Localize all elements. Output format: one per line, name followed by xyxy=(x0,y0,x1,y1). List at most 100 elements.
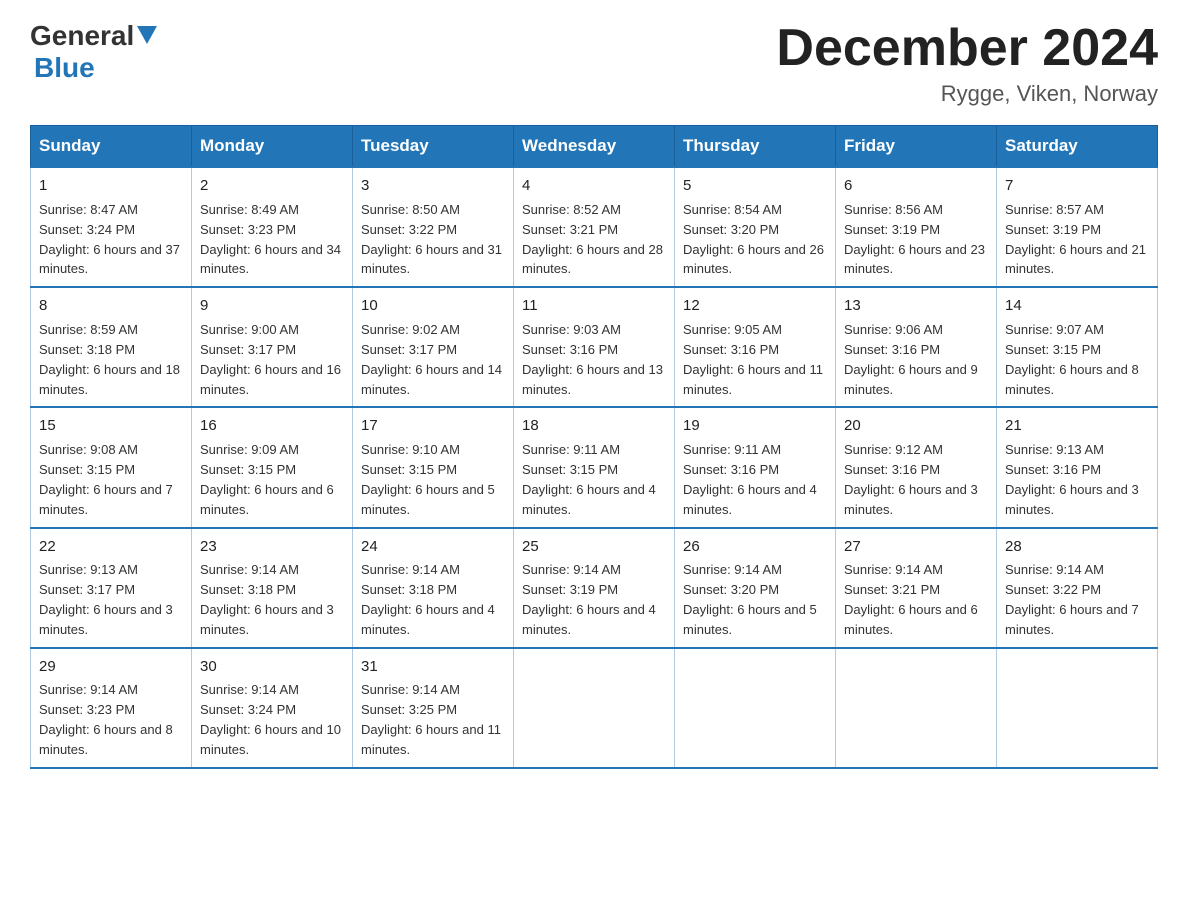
day-info: Sunrise: 8:56 AMSunset: 3:19 PMDaylight:… xyxy=(844,202,985,277)
day-info: Sunrise: 9:00 AMSunset: 3:17 PMDaylight:… xyxy=(200,322,341,397)
calendar-cell: 15 Sunrise: 9:08 AMSunset: 3:15 PMDaylig… xyxy=(31,407,192,527)
calendar-header-friday: Friday xyxy=(836,126,997,168)
day-number: 18 xyxy=(522,415,666,437)
title-section: December 2024 Rygge, Viken, Norway xyxy=(776,20,1158,107)
calendar-cell: 28 Sunrise: 9:14 AMSunset: 3:22 PMDaylig… xyxy=(997,528,1158,648)
day-number: 16 xyxy=(200,415,344,437)
day-info: Sunrise: 9:09 AMSunset: 3:15 PMDaylight:… xyxy=(200,442,334,517)
day-number: 2 xyxy=(200,175,344,197)
day-info: Sunrise: 9:05 AMSunset: 3:16 PMDaylight:… xyxy=(683,322,823,397)
calendar-cell: 5 Sunrise: 8:54 AMSunset: 3:20 PMDayligh… xyxy=(675,167,836,287)
day-number: 31 xyxy=(361,656,505,678)
calendar-header-wednesday: Wednesday xyxy=(514,126,675,168)
day-info: Sunrise: 9:14 AMSunset: 3:22 PMDaylight:… xyxy=(1005,562,1139,637)
calendar-header-saturday: Saturday xyxy=(997,126,1158,168)
day-number: 20 xyxy=(844,415,988,437)
day-number: 15 xyxy=(39,415,183,437)
day-info: Sunrise: 8:57 AMSunset: 3:19 PMDaylight:… xyxy=(1005,202,1146,277)
calendar-cell: 6 Sunrise: 8:56 AMSunset: 3:19 PMDayligh… xyxy=(836,167,997,287)
calendar-header-sunday: Sunday xyxy=(31,126,192,168)
logo-arrow-icon xyxy=(137,26,157,48)
day-number: 28 xyxy=(1005,536,1149,558)
day-info: Sunrise: 8:54 AMSunset: 3:20 PMDaylight:… xyxy=(683,202,824,277)
calendar-cell: 21 Sunrise: 9:13 AMSunset: 3:16 PMDaylig… xyxy=(997,407,1158,527)
day-info: Sunrise: 9:13 AMSunset: 3:16 PMDaylight:… xyxy=(1005,442,1139,517)
day-info: Sunrise: 9:03 AMSunset: 3:16 PMDaylight:… xyxy=(522,322,663,397)
calendar-cell: 17 Sunrise: 9:10 AMSunset: 3:15 PMDaylig… xyxy=(353,407,514,527)
day-number: 26 xyxy=(683,536,827,558)
day-number: 10 xyxy=(361,295,505,317)
day-number: 17 xyxy=(361,415,505,437)
day-number: 3 xyxy=(361,175,505,197)
calendar-cell: 9 Sunrise: 9:00 AMSunset: 3:17 PMDayligh… xyxy=(192,287,353,407)
calendar-cell: 12 Sunrise: 9:05 AMSunset: 3:16 PMDaylig… xyxy=(675,287,836,407)
calendar-cell: 11 Sunrise: 9:03 AMSunset: 3:16 PMDaylig… xyxy=(514,287,675,407)
calendar-cell: 30 Sunrise: 9:14 AMSunset: 3:24 PMDaylig… xyxy=(192,648,353,768)
calendar-cell: 2 Sunrise: 8:49 AMSunset: 3:23 PMDayligh… xyxy=(192,167,353,287)
calendar-week-row: 22 Sunrise: 9:13 AMSunset: 3:17 PMDaylig… xyxy=(31,528,1158,648)
day-number: 7 xyxy=(1005,175,1149,197)
calendar-cell: 20 Sunrise: 9:12 AMSunset: 3:16 PMDaylig… xyxy=(836,407,997,527)
logo-blue-text: Blue xyxy=(34,52,157,84)
day-info: Sunrise: 9:14 AMSunset: 3:23 PMDaylight:… xyxy=(39,682,173,757)
calendar-cell: 27 Sunrise: 9:14 AMSunset: 3:21 PMDaylig… xyxy=(836,528,997,648)
calendar-week-row: 1 Sunrise: 8:47 AMSunset: 3:24 PMDayligh… xyxy=(31,167,1158,287)
day-info: Sunrise: 8:59 AMSunset: 3:18 PMDaylight:… xyxy=(39,322,180,397)
day-number: 13 xyxy=(844,295,988,317)
calendar-cell: 4 Sunrise: 8:52 AMSunset: 3:21 PMDayligh… xyxy=(514,167,675,287)
calendar-cell: 25 Sunrise: 9:14 AMSunset: 3:19 PMDaylig… xyxy=(514,528,675,648)
day-info: Sunrise: 9:11 AMSunset: 3:16 PMDaylight:… xyxy=(683,442,817,517)
calendar-cell: 13 Sunrise: 9:06 AMSunset: 3:16 PMDaylig… xyxy=(836,287,997,407)
day-info: Sunrise: 9:14 AMSunset: 3:21 PMDaylight:… xyxy=(844,562,978,637)
calendar-cell: 8 Sunrise: 8:59 AMSunset: 3:18 PMDayligh… xyxy=(31,287,192,407)
day-number: 4 xyxy=(522,175,666,197)
calendar-cell: 7 Sunrise: 8:57 AMSunset: 3:19 PMDayligh… xyxy=(997,167,1158,287)
day-number: 27 xyxy=(844,536,988,558)
calendar-cell: 22 Sunrise: 9:13 AMSunset: 3:17 PMDaylig… xyxy=(31,528,192,648)
calendar-cell: 29 Sunrise: 9:14 AMSunset: 3:23 PMDaylig… xyxy=(31,648,192,768)
day-number: 23 xyxy=(200,536,344,558)
calendar-header-tuesday: Tuesday xyxy=(353,126,514,168)
calendar-cell: 24 Sunrise: 9:14 AMSunset: 3:18 PMDaylig… xyxy=(353,528,514,648)
day-number: 24 xyxy=(361,536,505,558)
day-info: Sunrise: 9:12 AMSunset: 3:16 PMDaylight:… xyxy=(844,442,978,517)
calendar-cell: 16 Sunrise: 9:09 AMSunset: 3:15 PMDaylig… xyxy=(192,407,353,527)
logo: General Blue xyxy=(30,20,157,84)
day-number: 21 xyxy=(1005,415,1149,437)
day-number: 8 xyxy=(39,295,183,317)
calendar-cell xyxy=(675,648,836,768)
calendar-cell: 1 Sunrise: 8:47 AMSunset: 3:24 PMDayligh… xyxy=(31,167,192,287)
calendar-header-row: SundayMondayTuesdayWednesdayThursdayFrid… xyxy=(31,126,1158,168)
calendar-cell xyxy=(836,648,997,768)
calendar-header-monday: Monday xyxy=(192,126,353,168)
day-info: Sunrise: 8:52 AMSunset: 3:21 PMDaylight:… xyxy=(522,202,663,277)
month-title: December 2024 xyxy=(776,20,1158,77)
day-info: Sunrise: 9:02 AMSunset: 3:17 PMDaylight:… xyxy=(361,322,502,397)
day-info: Sunrise: 9:11 AMSunset: 3:15 PMDaylight:… xyxy=(522,442,656,517)
day-info: Sunrise: 9:13 AMSunset: 3:17 PMDaylight:… xyxy=(39,562,173,637)
day-info: Sunrise: 9:14 AMSunset: 3:19 PMDaylight:… xyxy=(522,562,656,637)
day-info: Sunrise: 9:14 AMSunset: 3:24 PMDaylight:… xyxy=(200,682,341,757)
calendar-week-row: 29 Sunrise: 9:14 AMSunset: 3:23 PMDaylig… xyxy=(31,648,1158,768)
logo-general-text: General xyxy=(30,20,134,52)
day-info: Sunrise: 8:49 AMSunset: 3:23 PMDaylight:… xyxy=(200,202,341,277)
calendar-cell xyxy=(514,648,675,768)
day-number: 29 xyxy=(39,656,183,678)
day-info: Sunrise: 8:47 AMSunset: 3:24 PMDaylight:… xyxy=(39,202,180,277)
calendar-cell: 23 Sunrise: 9:14 AMSunset: 3:18 PMDaylig… xyxy=(192,528,353,648)
day-info: Sunrise: 8:50 AMSunset: 3:22 PMDaylight:… xyxy=(361,202,502,277)
calendar-cell: 31 Sunrise: 9:14 AMSunset: 3:25 PMDaylig… xyxy=(353,648,514,768)
page-header: General Blue December 2024 Rygge, Viken,… xyxy=(30,20,1158,107)
location-subtitle: Rygge, Viken, Norway xyxy=(776,81,1158,107)
day-info: Sunrise: 9:07 AMSunset: 3:15 PMDaylight:… xyxy=(1005,322,1139,397)
day-info: Sunrise: 9:14 AMSunset: 3:18 PMDaylight:… xyxy=(200,562,334,637)
calendar-header-thursday: Thursday xyxy=(675,126,836,168)
day-info: Sunrise: 9:08 AMSunset: 3:15 PMDaylight:… xyxy=(39,442,173,517)
day-number: 19 xyxy=(683,415,827,437)
day-number: 11 xyxy=(522,295,666,317)
calendar-table: SundayMondayTuesdayWednesdayThursdayFrid… xyxy=(30,125,1158,769)
calendar-cell: 10 Sunrise: 9:02 AMSunset: 3:17 PMDaylig… xyxy=(353,287,514,407)
calendar-cell: 19 Sunrise: 9:11 AMSunset: 3:16 PMDaylig… xyxy=(675,407,836,527)
day-number: 9 xyxy=(200,295,344,317)
day-number: 5 xyxy=(683,175,827,197)
